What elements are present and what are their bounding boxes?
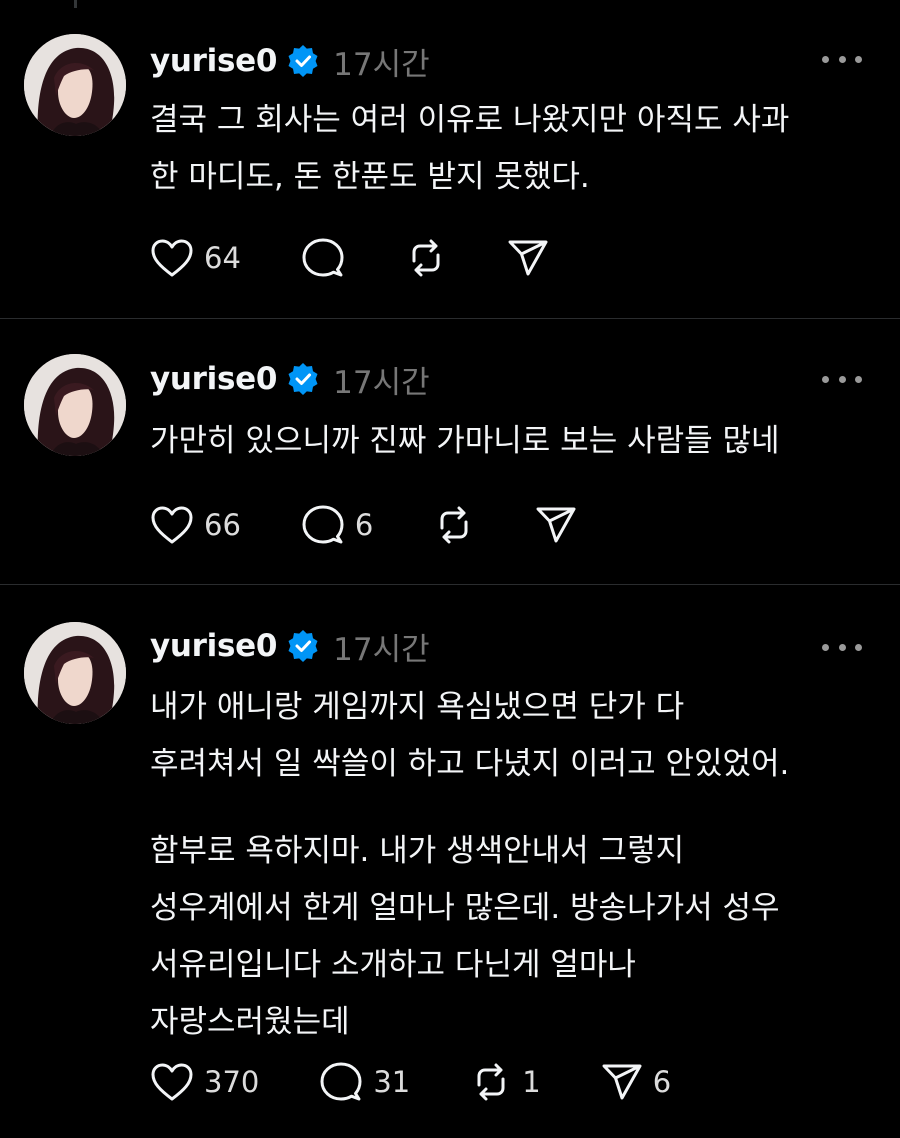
username[interactable]: yurise0 (150, 628, 277, 664)
like-count: 64 (204, 241, 241, 275)
share-button[interactable]: 6 (601, 1057, 671, 1107)
share-button[interactable] (535, 500, 577, 550)
paper-plane-icon (508, 240, 548, 276)
like-count: 66 (204, 508, 241, 542)
post-body: 내가 애니랑 게임까지 욕심냈으면 단가 다 후려쳐서 일 싹쓸이 하고 다녔지… (150, 679, 870, 1051)
post-1: yurise0 17시간 결국 그 회사는 여러 이유로 나왔지만 아직도 사과… (0, 0, 900, 318)
like-button[interactable]: 370 (150, 1057, 259, 1107)
more-options-icon[interactable] (822, 637, 862, 657)
post-2: yurise0 17시간 가만히 있으니까 진짜 가마니로 보는 사람들 많네 … (0, 319, 900, 584)
heart-icon (151, 1063, 193, 1101)
speech-bubble-icon (320, 1062, 362, 1101)
post-actions: 64 (150, 233, 549, 283)
speech-bubble-icon (302, 238, 344, 277)
reply-button[interactable]: 31 (319, 1057, 410, 1107)
heart-icon (151, 506, 193, 544)
reply-count: 31 (373, 1065, 411, 1099)
more-options-icon[interactable] (822, 369, 862, 389)
verified-badge-icon (287, 363, 319, 395)
repost-count: 1 (522, 1065, 541, 1099)
reply-button[interactable] (301, 233, 345, 283)
username[interactable]: yurise0 (150, 43, 277, 79)
heart-icon (151, 239, 193, 277)
post-time: 17시간 (333, 46, 430, 83)
post-paragraph: 내가 애니랑 게임까지 욕심냈으면 단가 다 후려쳐서 일 싹쓸이 하고 다녔지… (150, 689, 790, 782)
post-body: 가만히 있으니까 진짜 가마니로 보는 사람들 많네 (150, 413, 870, 470)
repost-icon (477, 1063, 505, 1101)
post-time: 17시간 (333, 364, 430, 401)
share-count: 6 (652, 1065, 672, 1099)
post-paragraph: 결국 그 회사는 여러 이유로 나왔지만 아직도 사과 한 마디도, 돈 한푼도… (150, 102, 790, 195)
paper-plane-icon (602, 1064, 642, 1100)
post-header: yurise0 17시간 (150, 354, 430, 404)
paper-plane-icon (536, 507, 576, 543)
repost-icon (440, 506, 468, 544)
post-actions: 370 31 1 6 (150, 1057, 671, 1107)
repost-button[interactable] (433, 500, 475, 550)
avatar[interactable] (24, 622, 126, 724)
share-button[interactable] (507, 233, 549, 283)
username[interactable]: yurise0 (150, 361, 277, 397)
post-paragraph: 가만히 있으니까 진짜 가마니로 보는 사람들 많네 (150, 423, 780, 459)
avatar[interactable] (24, 34, 126, 136)
reply-button[interactable]: 6 (301, 500, 373, 550)
post-3: yurise0 17시간 내가 애니랑 게임까지 욕심냈으면 단가 다 후려쳐서… (0, 585, 900, 1138)
post-time: 17시간 (333, 631, 430, 668)
post-body: 결국 그 회사는 여러 이유로 나왔지만 아직도 사과 한 마디도, 돈 한푼도… (150, 92, 870, 206)
speech-bubble-icon (302, 505, 344, 544)
verified-badge-icon (287, 630, 319, 662)
post-actions: 66 6 (150, 500, 577, 550)
post-paragraph: 함부로 욕하지마. 내가 생색안내서 그렇지 성우계에서 한게 얼마나 많은데.… (150, 833, 780, 1040)
verified-badge-icon (287, 45, 319, 77)
avatar[interactable] (24, 354, 126, 456)
more-options-icon[interactable] (822, 49, 862, 69)
like-button[interactable]: 64 (150, 233, 241, 283)
repost-icon (412, 239, 440, 277)
like-button[interactable]: 66 (150, 500, 241, 550)
post-header: yurise0 17시간 (150, 36, 430, 86)
post-header: yurise0 17시간 (150, 621, 430, 671)
like-count: 370 (204, 1065, 260, 1099)
repost-button[interactable]: 1 (470, 1057, 541, 1107)
repost-button[interactable] (405, 233, 447, 283)
reply-count: 6 (354, 508, 374, 542)
